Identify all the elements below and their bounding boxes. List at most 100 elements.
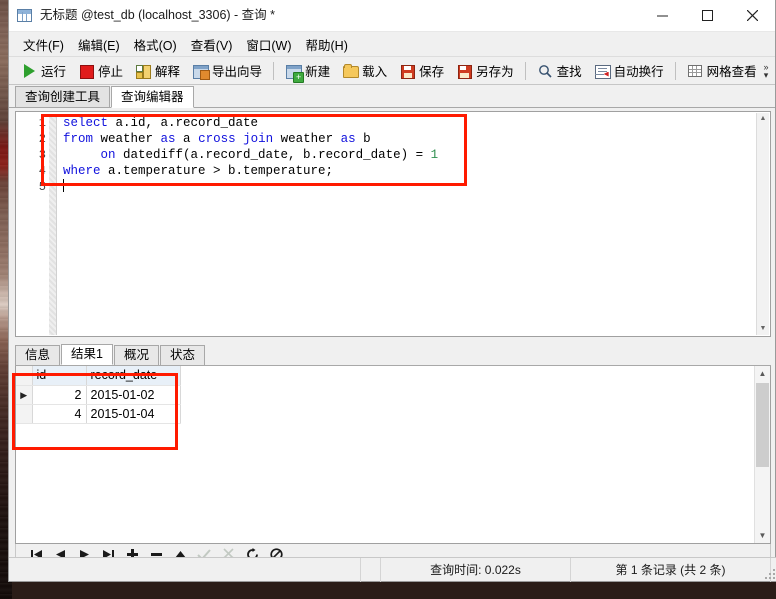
cell-id[interactable]: 4 [32, 404, 87, 424]
sql-keyword: join [243, 132, 274, 146]
export-wizard-button[interactable]: 导出向导 [186, 58, 268, 83]
minimize-button[interactable] [640, 0, 685, 31]
close-button[interactable] [730, 0, 775, 31]
new-query-button[interactable]: 新建 [279, 58, 336, 83]
sql-code-line: select a.id, a.record_date [63, 115, 757, 131]
table-row[interactable]: 4 2015-01-04 [16, 404, 181, 424]
sql-editor-content[interactable]: 1 2 3 4 5 select a.id, a.record_date from… [17, 115, 757, 335]
line-number: 1 [38, 116, 46, 130]
main-toolbar: 运行 停止 解释 导出向导 新建 载入 [9, 57, 775, 85]
new-query-icon [285, 63, 305, 83]
explain-icon [135, 63, 152, 79]
text-caret [63, 179, 64, 192]
toolbar-overflow-button[interactable]: » ▾ [759, 57, 773, 84]
sql-text: weather [273, 132, 341, 146]
chevron-down-icon[interactable]: ▼ [755, 528, 770, 543]
table-header-row: id record_date [16, 366, 181, 386]
column-header-id[interactable]: id [32, 366, 87, 386]
toolbar-separator-3 [674, 61, 676, 80]
sql-editor[interactable]: 1 2 3 4 5 select a.id, a.record_date from… [15, 111, 771, 337]
editor-tabstrip: 查询创建工具 查询编辑器 [9, 85, 775, 108]
stop-button[interactable]: 停止 [72, 58, 129, 83]
sql-keyword: where [63, 164, 101, 178]
find-label: 查找 [556, 65, 582, 79]
grid-view-button[interactable]: 网格查看 [681, 58, 763, 83]
scrollbar-thumb[interactable] [756, 383, 769, 467]
sql-code-line: where a.temperature > b.temperature; [63, 163, 757, 179]
sql-keyword: from [63, 132, 94, 146]
status-segment-empty-1 [9, 557, 361, 582]
maximize-button[interactable] [685, 0, 730, 31]
menu-window[interactable]: 窗口(W) [239, 32, 298, 57]
sql-text: a.temperature > b.temperature; [100, 164, 334, 178]
resize-grip-icon[interactable] [763, 567, 775, 579]
new-query-label: 新建 [305, 65, 331, 79]
table-row[interactable]: ▶ 2 2015-01-02 [16, 385, 181, 405]
sql-code-line [63, 179, 757, 195]
menu-file[interactable]: 文件(F) [16, 32, 71, 57]
stop-icon [78, 63, 95, 79]
line-number-gutter: 1 2 3 4 5 [17, 115, 49, 335]
chevron-down-icon[interactable]: ▼ [757, 323, 769, 335]
save-label: 保存 [419, 65, 445, 79]
line-number: 2 [38, 132, 46, 146]
tab-info[interactable]: 信息 [15, 345, 61, 365]
cell-record-date[interactable]: 2015-01-04 [86, 404, 181, 424]
cell-id[interactable]: 2 [32, 385, 87, 405]
export-wizard-icon [192, 63, 211, 80]
row-indicator[interactable]: ▶ [16, 385, 33, 405]
sql-keyword: select [63, 116, 109, 130]
tab-query-editor[interactable]: 查询编辑器 [111, 86, 194, 108]
result-table-head: id record_date [16, 366, 181, 386]
tab-profile[interactable]: 概况 [113, 345, 159, 365]
load-label: 载入 [362, 65, 388, 79]
tab-result1[interactable]: 结果1 [61, 344, 113, 365]
title-bar: 无标题 @test_db (localhost_3306) - 查询 * [9, 0, 775, 32]
editor-vertical-scrollbar[interactable]: ▲ ▼ [756, 113, 769, 335]
result-table-body: ▶ 2 2015-01-02 4 2015-01-04 [16, 385, 181, 424]
query-window: 无标题 @test_db (localhost_3306) - 查询 * 文件(… [8, 0, 776, 582]
sql-text: a [175, 132, 199, 146]
editor-gutter-band [49, 115, 57, 335]
row-indicator[interactable] [16, 404, 33, 424]
menu-format[interactable]: 格式(O) [127, 32, 184, 57]
sql-text: datediff(a.record_date, b.record_date) = [115, 148, 431, 162]
menu-help[interactable]: 帮助(H) [299, 32, 355, 57]
grid-view-label: 网格查看 [706, 65, 757, 79]
column-header-record-date[interactable]: record_date [86, 366, 181, 386]
sql-text: a.id, a.record_date [108, 116, 259, 130]
save-button[interactable]: 保存 [393, 58, 450, 83]
sql-literal: 1 [430, 148, 439, 162]
current-row-marker: ▶ [20, 389, 28, 400]
tab-status[interactable]: 状态 [159, 345, 205, 365]
sql-code-line: from weather as a cross join weather as … [63, 131, 757, 147]
menu-view[interactable]: 查看(V) [184, 32, 240, 57]
chevron-down-icon: ▾ [763, 69, 769, 80]
cell-record-date[interactable]: 2015-01-02 [86, 385, 181, 405]
save-as-icon [456, 63, 473, 79]
word-wrap-label: 自动换行 [613, 65, 664, 79]
window-title: 无标题 @test_db (localhost_3306) - 查询 * [40, 8, 276, 22]
open-folder-icon [342, 63, 360, 79]
find-button[interactable]: 查找 [531, 58, 588, 83]
word-wrap-button[interactable]: 自动换行 [588, 58, 670, 83]
chevron-up-icon[interactable]: ▲ [757, 113, 769, 125]
row-indicator-header [16, 366, 33, 386]
line-number: 3 [38, 148, 46, 162]
toolbar-separator-1 [273, 61, 275, 80]
sql-code[interactable]: select a.id, a.record_date from weather a… [57, 115, 757, 335]
line-number: 4 [38, 164, 46, 178]
run-button[interactable]: 运行 [15, 58, 72, 83]
word-wrap-icon [594, 63, 611, 79]
table-grid-icon [17, 8, 33, 24]
explain-label: 解释 [155, 65, 181, 79]
save-as-button[interactable]: 另存为 [450, 58, 520, 83]
result-grid[interactable]: id record_date ▶ 2 2015-01-02 4 2015-01-… [15, 366, 771, 544]
explain-button[interactable]: 解释 [129, 58, 186, 83]
result-vertical-scrollbar[interactable]: ▲ ▼ [754, 366, 770, 543]
tab-query-builder[interactable]: 查询创建工具 [15, 86, 111, 107]
chevron-up-icon[interactable]: ▲ [755, 366, 770, 381]
load-button[interactable]: 载入 [336, 58, 393, 83]
sql-keyword: as [340, 132, 356, 146]
menu-edit[interactable]: 编辑(E) [71, 32, 127, 57]
